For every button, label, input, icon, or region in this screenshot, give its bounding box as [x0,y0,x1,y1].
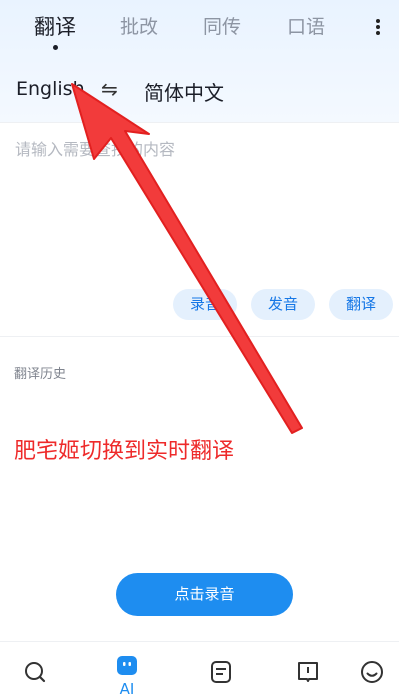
pronounce-chip-button[interactable]: 发音 [251,289,315,320]
search-icon [25,662,46,683]
tab-translate[interactable]: 翻译 [34,14,76,40]
bottom-navigation: AI [0,641,399,698]
active-tab-indicator [53,45,58,50]
document-icon [211,661,231,683]
nav-books[interactable] [283,642,333,698]
swap-languages-icon[interactable]: ⇋ [101,77,118,101]
nav-profile[interactable] [347,642,397,698]
translate-chip-button[interactable]: 翻译 [329,289,393,320]
language-selector-bar: English ⇋ 简体中文 [0,70,399,110]
smiley-icon [361,661,383,683]
ai-robot-icon [117,656,137,675]
section-divider [0,336,399,337]
nav-ai-label: AI [119,680,135,698]
record-chip-button[interactable]: 录音 [173,289,237,320]
nav-ai[interactable]: AI [102,642,152,698]
book-icon [298,662,318,682]
target-language-button[interactable]: 简体中文 [144,77,224,106]
more-menu-icon[interactable] [372,17,384,39]
tab-interpret[interactable]: 同传 [203,14,241,40]
input-placeholder: 请输入需要查找的内容 [15,140,176,159]
tap-to-record-button[interactable]: 点击录音 [116,573,293,616]
history-title: 翻译历史 [14,367,67,382]
tab-speaking[interactable]: 口语 [287,14,325,40]
nav-search[interactable] [10,642,60,698]
nav-documents[interactable] [196,642,246,698]
top-tab-bar: 翻译 批改 同传 口语 [0,0,399,56]
annotation-caption: 肥宅姬切换到实时翻译 [14,439,235,464]
tab-correct[interactable]: 批改 [120,14,158,40]
source-language-button[interactable]: English [16,78,85,100]
